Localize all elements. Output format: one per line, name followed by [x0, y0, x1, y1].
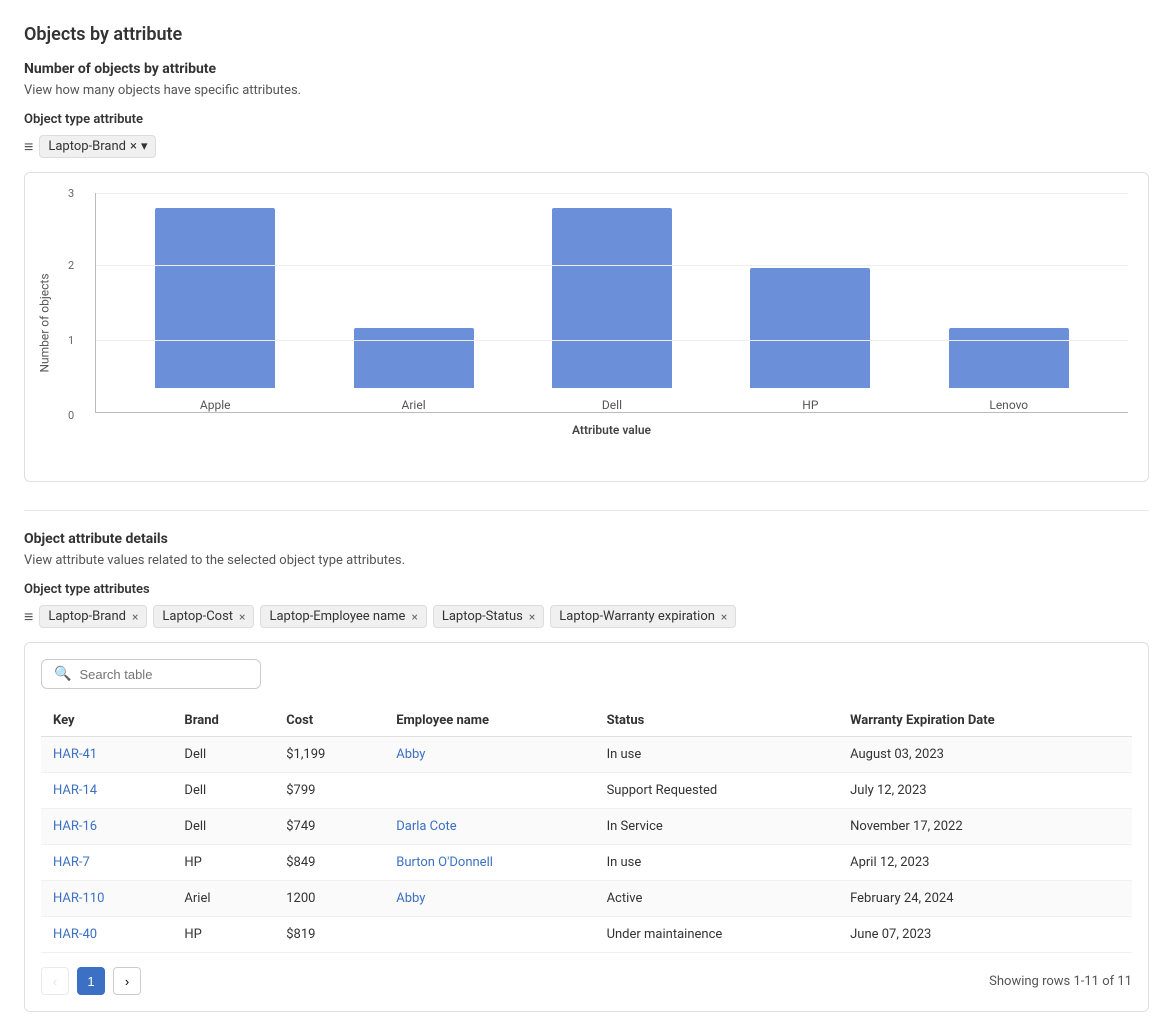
col-status: Status: [595, 705, 839, 737]
warranty-cell: February 24, 2024: [838, 881, 1132, 917]
warranty-cell: August 03, 2023: [838, 737, 1132, 773]
bar-hp: HP: [750, 268, 870, 412]
bar-ariel: Ariel: [354, 328, 474, 412]
table-row: HAR-41 Dell$1,199 Abby In useAugust 03, 202…: [41, 737, 1132, 773]
search-input[interactable]: [79, 667, 248, 682]
close-chip-brand[interactable]: ×: [132, 610, 138, 624]
employee-cell: Abby: [384, 881, 594, 917]
employee-cell: Burton O'Donnell: [384, 845, 594, 881]
brand-cell: HP: [172, 845, 274, 881]
close-chip-employee[interactable]: ×: [411, 610, 417, 624]
cost-cell: $1,199: [274, 737, 384, 773]
key-link[interactable]: HAR-14: [53, 783, 97, 798]
page-title: Objects by attribute: [24, 24, 1149, 45]
col-employee: Employee name: [384, 705, 594, 737]
status-cell: Active: [595, 881, 839, 917]
close-chip-warranty[interactable]: ×: [721, 610, 727, 624]
table-row: HAR-14 Dell$799 Support RequestedJuly 12, …: [41, 773, 1132, 809]
warranty-cell: July 12, 2023: [838, 773, 1132, 809]
details-filter-label: Object type attributes: [24, 582, 1149, 597]
warranty-cell: April 12, 2023: [838, 845, 1132, 881]
brand-cell: HP: [172, 917, 274, 953]
data-table: Key Brand Cost Employee name Status Warr…: [41, 705, 1132, 953]
bar-dell: Dell: [552, 208, 672, 412]
details-section-desc: View attribute values related to the sel…: [24, 553, 1149, 568]
close-chip-status[interactable]: ×: [529, 610, 535, 624]
key-link[interactable]: HAR-7: [53, 855, 90, 870]
cost-cell: $749: [274, 809, 384, 845]
warranty-cell: November 17, 2022: [838, 809, 1132, 845]
employee-link[interactable]: Burton O'Donnell: [396, 855, 493, 870]
col-brand: Brand: [172, 705, 274, 737]
pagination: ‹ 1 › Showing rows 1-11 of 11: [41, 967, 1132, 995]
bar-apple: Apple: [155, 208, 275, 412]
table-row: HAR-7 HP$849 Burton O'Donnell In useApril 1…: [41, 845, 1132, 881]
chevron-down-icon[interactable]: ▾: [141, 139, 148, 154]
chip-laptop-employee[interactable]: Laptop-Employee name ×: [260, 605, 426, 628]
y-axis-label: Number of objects: [38, 273, 52, 372]
details-filter-bar: ≡ Laptop-Brand × Laptop-Cost × Laptop-Em…: [24, 605, 1149, 628]
employee-link[interactable]: Abby: [396, 747, 425, 762]
brand-cell: Dell: [172, 737, 274, 773]
showing-text: Showing rows 1-11 of 11: [989, 974, 1132, 989]
employee-link[interactable]: Abby: [396, 891, 425, 906]
key-link[interactable]: HAR-16: [53, 819, 97, 834]
next-page-button[interactable]: ›: [113, 967, 141, 995]
brand-cell: Dell: [172, 809, 274, 845]
col-cost: Cost: [274, 705, 384, 737]
close-chip-cost[interactable]: ×: [239, 610, 245, 624]
employee-cell: Darla Cote: [384, 809, 594, 845]
status-cell: In use: [595, 737, 839, 773]
page-1-button[interactable]: 1: [77, 967, 105, 995]
search-icon: 🔍: [54, 666, 71, 682]
chart-section-desc: View how many objects have specific attr…: [24, 83, 1149, 98]
col-warranty: Warranty Expiration Date: [838, 705, 1132, 737]
details-section-title: Object attribute details: [24, 531, 1149, 547]
cost-cell: 1200: [274, 881, 384, 917]
employee-link[interactable]: Darla Cote: [396, 819, 457, 834]
key-link[interactable]: HAR-40: [53, 927, 97, 942]
search-box[interactable]: 🔍: [41, 659, 261, 689]
details-section: Object attribute details View attribute …: [24, 531, 1149, 1012]
chip-laptop-warranty[interactable]: Laptop-Warranty expiration ×: [550, 605, 736, 628]
bar-lenovo: Lenovo: [949, 328, 1069, 412]
x-axis-label: Attribute value: [95, 423, 1128, 437]
table-row: HAR-110 Ariel1200 Abby ActiveFebruary 24, 2…: [41, 881, 1132, 917]
chart-filter-chip[interactable]: Laptop-Brand × ▾: [39, 135, 156, 158]
table-row: HAR-16 Dell$749 Darla Cote In ServiceNovemb…: [41, 809, 1132, 845]
chart-section-title: Number of objects by attribute: [24, 61, 1149, 77]
warranty-cell: June 07, 2023: [838, 917, 1132, 953]
chip-laptop-brand[interactable]: Laptop-Brand ×: [39, 605, 147, 628]
key-link[interactable]: HAR-41: [53, 747, 97, 762]
brand-cell: Dell: [172, 773, 274, 809]
status-cell: Under maintainence: [595, 917, 839, 953]
bar-chart: Number of objects 3 2 1 0: [24, 172, 1149, 482]
filter-icon: ≡: [24, 137, 33, 157]
chart-section: Number of objects by attribute View how …: [24, 61, 1149, 482]
employee-cell: [384, 773, 594, 809]
status-cell: In use: [595, 845, 839, 881]
cost-cell: $819: [274, 917, 384, 953]
chart-filter-label: Object type attribute: [24, 112, 1149, 127]
close-icon[interactable]: ×: [130, 139, 137, 154]
table-row: HAR-40 HP$819 Under maintainenceJune 07, 2…: [41, 917, 1132, 953]
chip-laptop-status[interactable]: Laptop-Status ×: [433, 605, 544, 628]
filter-icon-details: ≡: [24, 607, 33, 627]
chip-laptop-cost[interactable]: Laptop-Cost ×: [153, 605, 254, 628]
col-key: Key: [41, 705, 172, 737]
table-panel: 🔍 Key Brand Cost Employee name Status Wa…: [24, 642, 1149, 1012]
chart-filter-bar: ≡ Laptop-Brand × ▾: [24, 135, 1149, 158]
cost-cell: $799: [274, 773, 384, 809]
status-cell: Support Requested: [595, 773, 839, 809]
employee-cell: Abby: [384, 737, 594, 773]
employee-cell: [384, 917, 594, 953]
brand-cell: Ariel: [172, 881, 274, 917]
cost-cell: $849: [274, 845, 384, 881]
prev-page-button[interactable]: ‹: [41, 967, 69, 995]
status-cell: In Service: [595, 809, 839, 845]
pagination-controls: ‹ 1 ›: [41, 967, 141, 995]
key-link[interactable]: HAR-110: [53, 891, 104, 906]
